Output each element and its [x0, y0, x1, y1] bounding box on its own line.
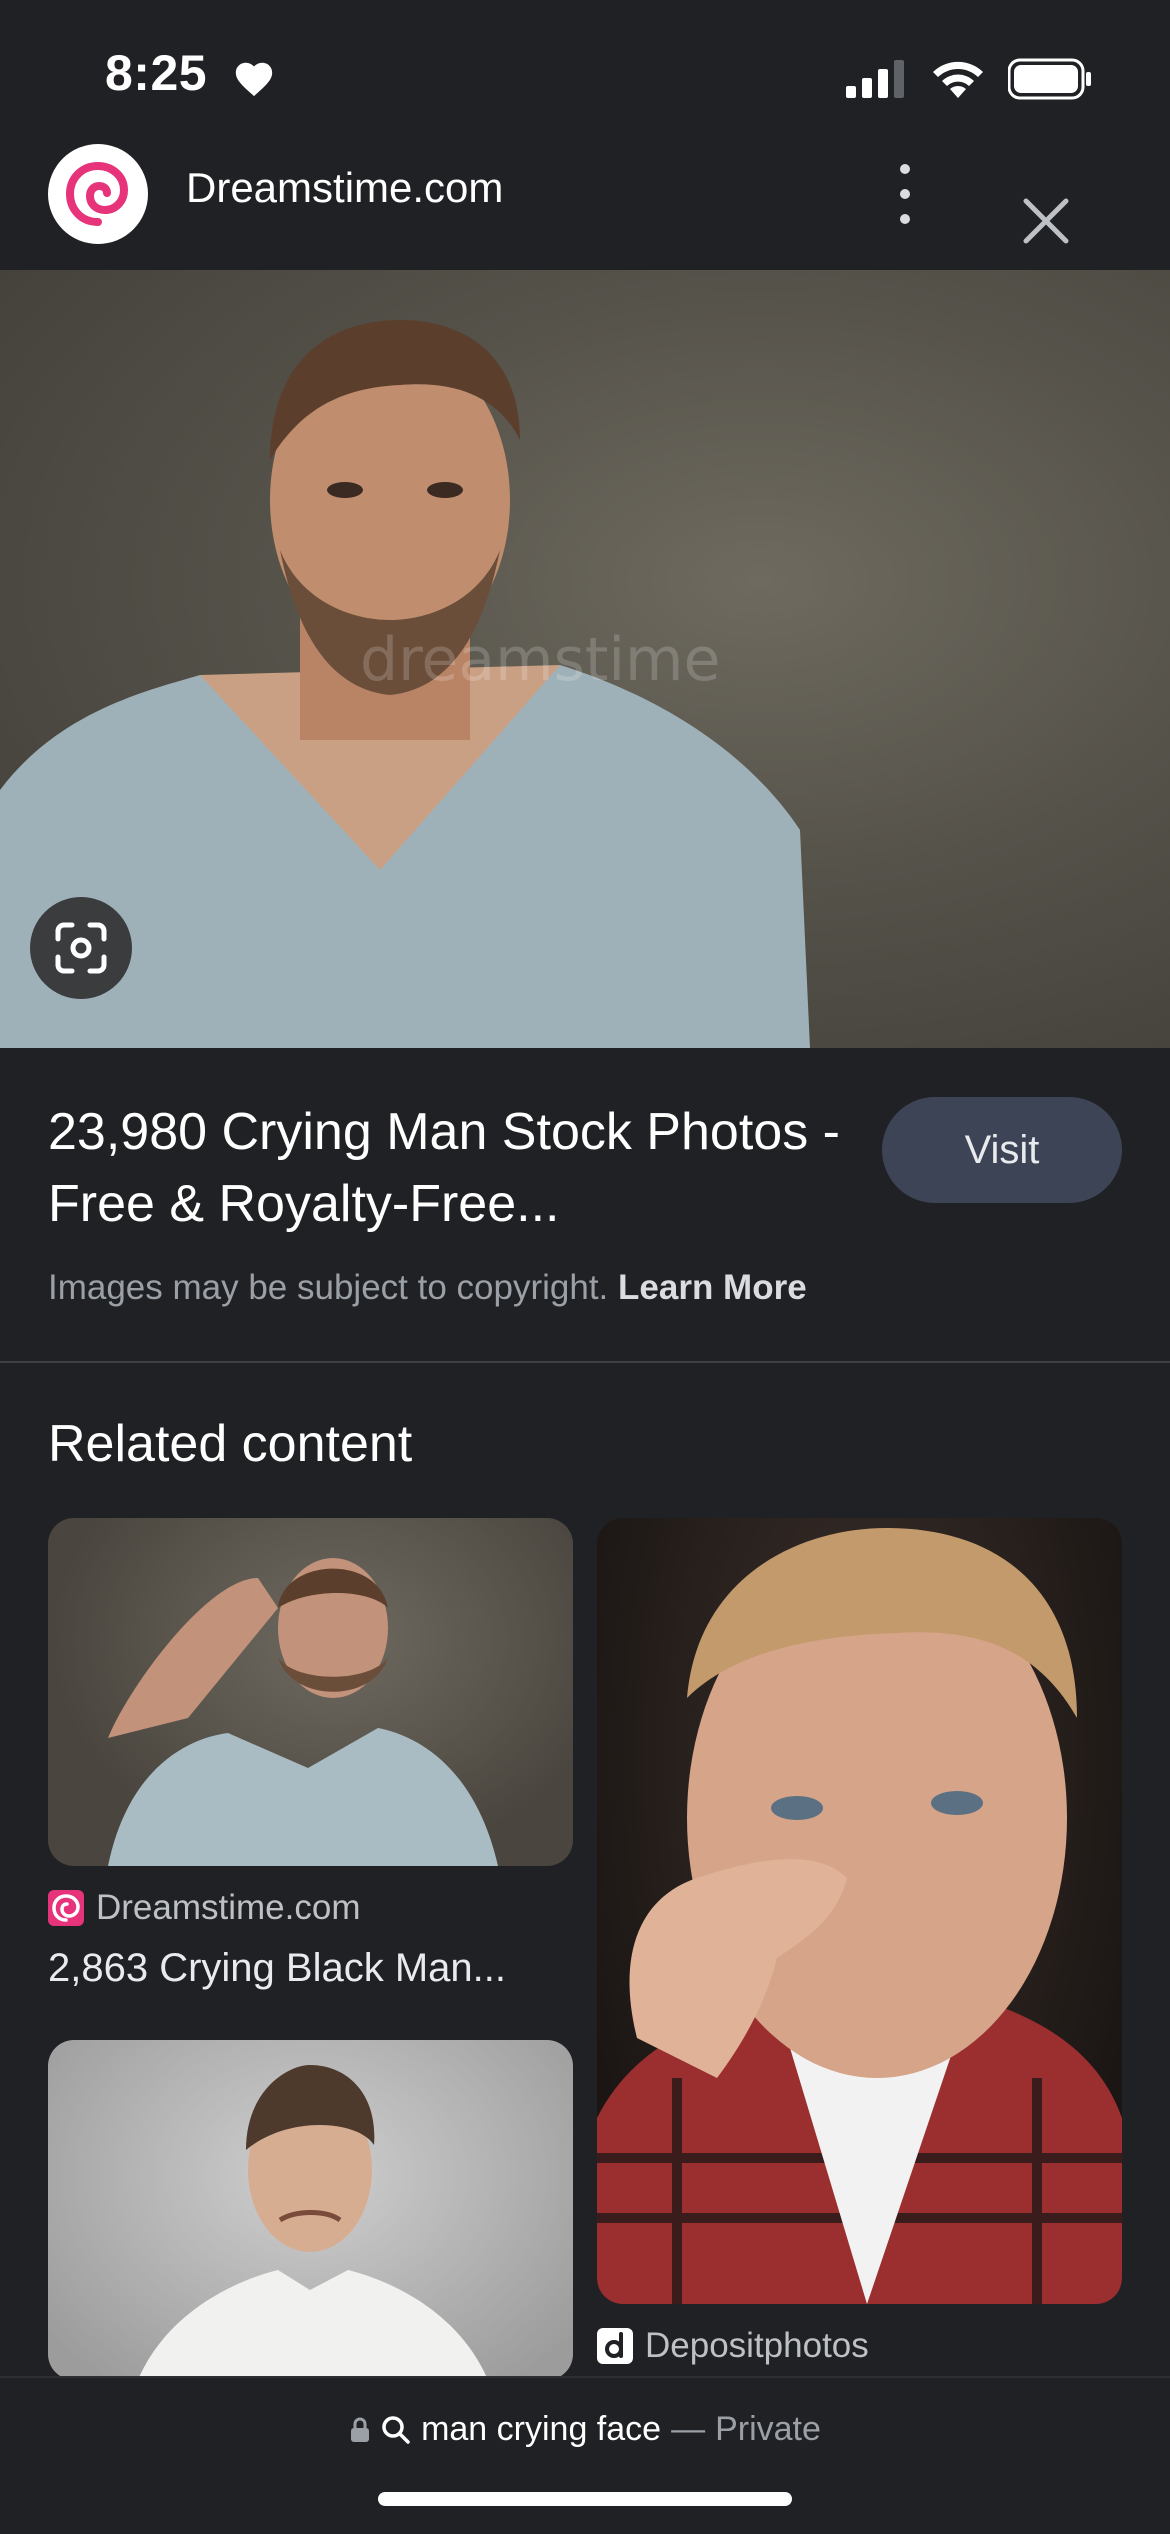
related-source-label: Dreamstime.com: [96, 1888, 361, 1927]
depositphotos-logo-icon: [597, 2328, 633, 2364]
home-indicator[interactable]: [378, 2492, 792, 2506]
related-thumbnail[interactable]: [48, 1518, 573, 1866]
bottom-bar: [0, 2376, 1170, 2534]
related-thumbnail[interactable]: [48, 2040, 573, 2380]
related-title[interactable]: 2,863 Crying Black Man...: [48, 1946, 573, 1991]
visit-button[interactable]: Visit: [882, 1097, 1122, 1203]
search-query: man crying face: [421, 2410, 662, 2448]
related-source-label: Depositphotos: [645, 2326, 869, 2365]
wifi-icon: [933, 61, 983, 98]
google-lens-icon[interactable]: [30, 897, 132, 999]
divider: [0, 1361, 1170, 1363]
status-indicators: [846, 58, 1092, 100]
copyright-notice: Images may be subject to copyright. Lear…: [48, 1268, 807, 1308]
address-bar[interactable]: man crying face — Private: [0, 2410, 1170, 2449]
watermark-text: dreamstime: [360, 625, 720, 695]
separator: —: [671, 2410, 706, 2448]
heart-icon: [235, 62, 273, 97]
close-icon[interactable]: [1018, 193, 1074, 249]
more-vert-icon[interactable]: [880, 164, 930, 224]
related-source: Dreamstime.com: [48, 1888, 360, 1928]
cellular-signal-icon: [846, 60, 904, 98]
related-thumbnail[interactable]: [597, 1518, 1122, 2304]
related-content-heading: Related content: [48, 1415, 413, 1473]
dreamstime-logo-icon[interactable]: [48, 144, 148, 244]
copyright-text: Images may be subject to copyright.: [48, 1268, 609, 1307]
site-name[interactable]: Dreamstime.com: [186, 164, 503, 212]
battery-icon: [1008, 58, 1091, 100]
search-icon: [382, 2415, 410, 2444]
dreamstime-logo-icon: [48, 1890, 84, 1926]
status-time: 8:25: [105, 45, 208, 101]
hero-image[interactable]: dreamstime: [0, 270, 1170, 1048]
private-label: Private: [715, 2410, 821, 2448]
learn-more-link[interactable]: Learn More: [618, 1268, 807, 1307]
related-source: Depositphotos: [597, 2326, 869, 2366]
result-title[interactable]: 23,980 Crying Man Stock Photos - Free & …: [48, 1096, 848, 1240]
lock-icon: [351, 2417, 370, 2442]
